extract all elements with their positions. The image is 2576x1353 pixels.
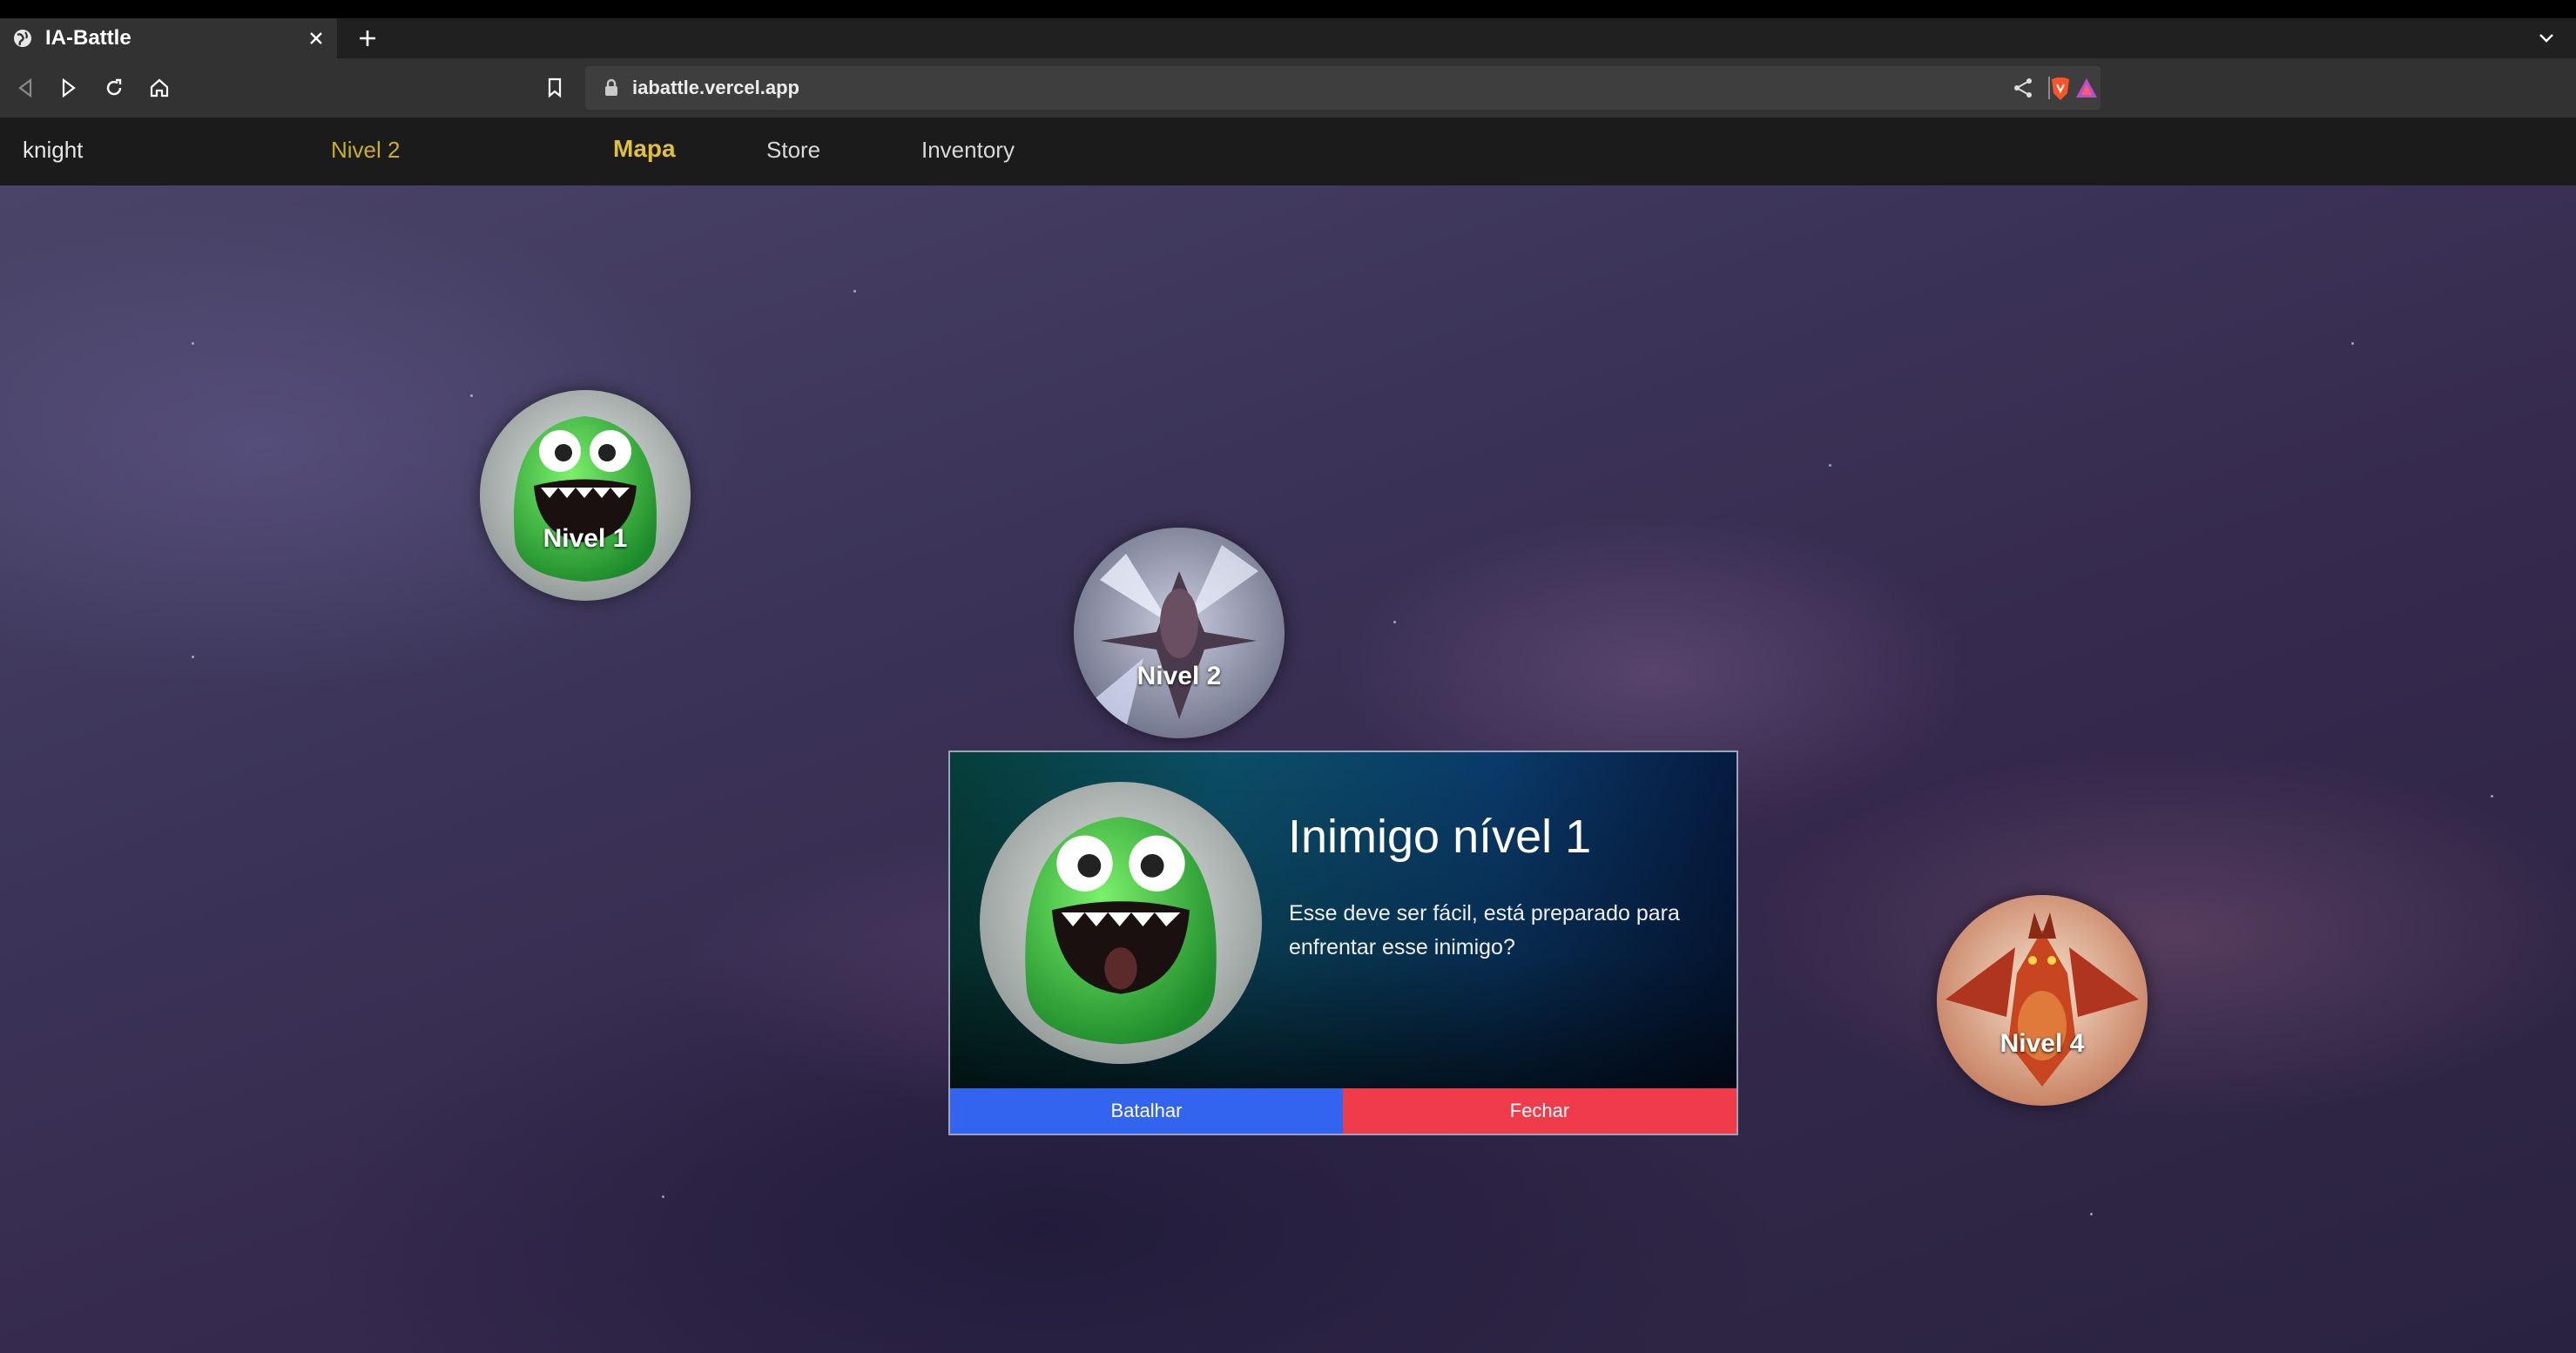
star xyxy=(192,342,194,345)
reload-icon[interactable] xyxy=(99,73,129,103)
enemy-dialog: Inimigo nível 1 Esse deve ser fácil, est… xyxy=(948,751,1738,1135)
forward-icon[interactable] xyxy=(54,73,84,103)
new-tab-icon[interactable] xyxy=(354,24,381,52)
chevron-down-icon[interactable] xyxy=(2534,26,2559,50)
star xyxy=(470,394,473,397)
window-top-edge xyxy=(0,0,2576,18)
star xyxy=(1393,621,1396,623)
star xyxy=(1829,464,1831,467)
star xyxy=(2491,795,2493,798)
winged-creature-icon xyxy=(1074,528,1285,738)
battle-button[interactable]: Batalhar xyxy=(950,1088,1343,1134)
close-tab-icon[interactable] xyxy=(304,26,328,50)
dialog-title: Inimigo nível 1 xyxy=(1288,811,1592,863)
level-1-label: Nivel 1 xyxy=(543,524,628,553)
share-icon[interactable] xyxy=(2012,77,2034,99)
level-4-node[interactable]: Nivel 4 xyxy=(1937,895,2148,1106)
dragon-icon xyxy=(1937,895,2148,1106)
tab-title: IA-Battle xyxy=(45,26,131,50)
brave-shield-icon[interactable] xyxy=(2048,76,2073,102)
enemy-portrait xyxy=(980,782,1262,1064)
nav-link-mapa[interactable]: Mapa xyxy=(613,135,676,163)
star xyxy=(192,656,194,658)
browser-toolbar: iabattle.vercel.app xyxy=(0,58,2576,118)
dialog-text: Esse deve ser fácil, está preparado para… xyxy=(1289,901,1680,959)
star xyxy=(853,290,856,293)
star xyxy=(2351,342,2354,345)
level-2-node[interactable]: Nivel 2 xyxy=(1074,528,1285,738)
level-2-label: Nivel 2 xyxy=(1136,662,1222,690)
nav-link-store[interactable]: Store xyxy=(766,137,820,164)
home-icon[interactable] xyxy=(145,73,174,103)
browser-tab[interactable]: IA-Battle xyxy=(0,18,337,58)
bookmark-icon[interactable] xyxy=(540,73,570,103)
rewards-triangle-icon[interactable] xyxy=(2074,77,2099,99)
green-slime-icon xyxy=(480,390,691,601)
url-text: iabattle.vercel.app xyxy=(632,77,799,98)
lock-icon xyxy=(605,78,617,96)
close-button[interactable]: Fechar xyxy=(1343,1088,1736,1134)
green-slime-icon xyxy=(980,782,1262,1064)
username: knight xyxy=(23,137,84,163)
globe-icon xyxy=(14,30,31,47)
player-level: Nivel 2 xyxy=(331,137,401,163)
level-4-label: Nivel 4 xyxy=(1999,1029,2085,1058)
address-bar[interactable]: iabattle.vercel.app xyxy=(585,66,2101,110)
browser-tab-bar: IA-Battle xyxy=(0,18,2576,58)
level-1-node[interactable]: Nivel 1 xyxy=(480,390,691,601)
app-navbar: knight Nivel 2 Mapa Store Inventory xyxy=(0,118,2576,185)
back-icon[interactable] xyxy=(10,73,40,103)
star xyxy=(662,1195,664,1198)
nav-link-inventory[interactable]: Inventory xyxy=(921,137,1015,164)
star xyxy=(2090,1213,2093,1215)
